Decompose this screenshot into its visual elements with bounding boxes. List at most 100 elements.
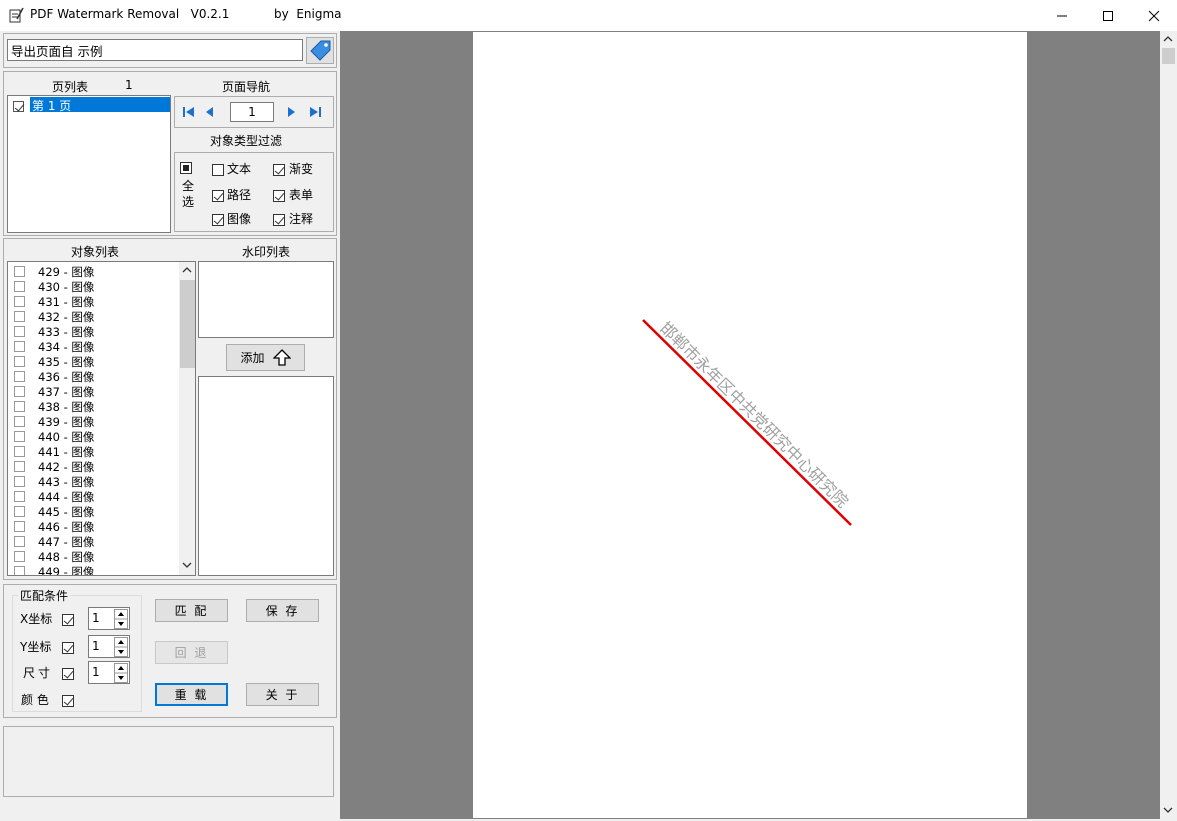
object-checkbox[interactable] <box>14 311 25 322</box>
object-checkbox[interactable] <box>14 476 25 487</box>
filter-path-label: 路径 <box>227 188 252 202</box>
add-watermark-button[interactable]: 添加 <box>226 344 305 371</box>
object-checkbox[interactable] <box>14 356 25 367</box>
app-icon <box>9 7 24 23</box>
watermark-graphic[interactable]: 邯郸市永年区中共党研究中心研究院 <box>473 32 1027 818</box>
object-checkbox[interactable] <box>14 461 25 472</box>
object-checkbox[interactable] <box>14 551 25 562</box>
list-item[interactable]: 445 - 图像 <box>8 504 178 519</box>
minimize-icon <box>1057 15 1067 16</box>
list-item[interactable]: 438 - 图像 <box>8 399 178 414</box>
object-label: 449 - 图像 <box>38 565 95 576</box>
match-button[interactable]: 匹 配 <box>155 599 228 622</box>
object-checkbox[interactable] <box>14 386 25 397</box>
object-checkbox[interactable] <box>14 566 25 575</box>
list-item[interactable]: 434 - 图像 <box>8 339 178 354</box>
next-page-icon[interactable] <box>284 105 298 119</box>
match-x-checkbox[interactable] <box>62 612 74 626</box>
list-item[interactable]: 430 - 图像 <box>8 279 178 294</box>
list-item[interactable]: 437 - 图像 <box>8 384 178 399</box>
object-checkbox[interactable] <box>14 491 25 502</box>
list-item[interactable]: 446 - 图像 <box>8 519 178 534</box>
page-item-checkbox[interactable] <box>13 99 24 113</box>
list-item[interactable]: 436 - 图像 <box>8 369 178 384</box>
list-item[interactable]: 443 - 图像 <box>8 474 178 489</box>
object-checkbox[interactable] <box>14 416 25 427</box>
prev-page-icon[interactable] <box>203 105 217 119</box>
filter-text-checkbox[interactable] <box>212 162 224 176</box>
object-checkbox[interactable] <box>14 401 25 412</box>
object-label: 448 - 图像 <box>38 550 95 564</box>
spinner-arrows-icon[interactable] <box>114 637 128 657</box>
filter-form-checkbox[interactable] <box>273 188 285 202</box>
object-checkbox[interactable] <box>14 296 25 307</box>
list-item[interactable]: 439 - 图像 <box>8 414 178 429</box>
filter-header: 对象类型过滤 <box>210 134 283 148</box>
export-button[interactable] <box>306 37 334 64</box>
match-size-checkbox[interactable] <box>62 666 74 680</box>
filter-annotation-checkbox[interactable] <box>273 212 285 226</box>
scroll-up-icon[interactable] <box>1163 35 1173 43</box>
match-y-spinner[interactable]: 1 <box>88 635 130 658</box>
object-checkbox[interactable] <box>14 281 25 292</box>
object-checkbox[interactable] <box>14 506 25 517</box>
object-list[interactable]: 429 - 图像 430 - 图像 431 - 图像 432 - 图像 433 - 图像… <box>7 261 196 576</box>
object-checkbox[interactable] <box>14 326 25 337</box>
save-button[interactable]: 保 存 <box>246 599 319 622</box>
spinner-arrows-icon[interactable] <box>114 663 128 683</box>
spinner-arrows-icon[interactable] <box>114 609 128 629</box>
scroll-thumb[interactable] <box>180 280 195 368</box>
reload-button[interactable]: 重 载 <box>155 683 228 706</box>
match-size-spinner[interactable]: 1 <box>88 661 130 684</box>
match-y-checkbox[interactable] <box>62 640 74 654</box>
watermark-object-list[interactable] <box>198 376 334 576</box>
match-color-checkbox[interactable] <box>62 693 74 707</box>
filter-image-checkbox[interactable] <box>212 212 224 226</box>
list-item[interactable]: 448 - 图像 <box>8 549 178 564</box>
about-button[interactable]: 关 于 <box>246 683 319 706</box>
object-checkbox[interactable] <box>14 521 25 532</box>
list-item[interactable]: 441 - 图像 <box>8 444 178 459</box>
filter-gradient-label: 渐变 <box>289 162 314 176</box>
title-bar: PDF Watermark Removal V0.2.1 by Enigma <box>0 0 1177 31</box>
list-item[interactable]: 447 - 图像 <box>8 534 178 549</box>
object-checkbox[interactable] <box>14 371 25 382</box>
match-x-spinner[interactable]: 1 <box>88 607 130 630</box>
close-button[interactable] <box>1131 0 1177 31</box>
scroll-down-icon[interactable] <box>182 561 192 569</box>
watermark-list-header: 水印列表 <box>242 245 291 259</box>
list-item[interactable]: 433 - 图像 <box>8 324 178 339</box>
list-item[interactable]: 449 - 图像 <box>8 564 178 576</box>
list-item[interactable]: 442 - 图像 <box>8 459 178 474</box>
list-item[interactable]: 444 - 图像 <box>8 489 178 504</box>
list-item[interactable]: 435 - 图像 <box>8 354 178 369</box>
first-page-icon[interactable] <box>182 105 196 119</box>
object-checkbox[interactable] <box>14 431 25 442</box>
match-y-label: Y坐标 <box>20 640 52 654</box>
page-number-field[interactable]: 1 <box>230 102 274 122</box>
scroll-up-icon[interactable] <box>182 266 192 274</box>
undo-button[interactable]: 回 退 <box>155 641 228 664</box>
object-checkbox[interactable] <box>14 266 25 277</box>
export-name-field[interactable]: 导出页面自 示例 <box>7 39 303 61</box>
last-page-icon[interactable] <box>308 105 322 119</box>
minimize-button[interactable] <box>1039 0 1085 31</box>
preview-scroll-thumb[interactable] <box>1162 48 1175 64</box>
list-item[interactable]: 431 - 图像 <box>8 294 178 309</box>
filter-path-checkbox[interactable] <box>212 188 224 202</box>
list-item[interactable]: 432 - 图像 <box>8 309 178 324</box>
list-item[interactable]: 440 - 图像 <box>8 429 178 444</box>
object-checkbox[interactable] <box>14 446 25 457</box>
preview-scrollbar[interactable] <box>1160 31 1177 819</box>
filter-gradient-checkbox[interactable] <box>273 162 285 176</box>
maximize-button[interactable] <box>1085 0 1131 31</box>
page-list-item[interactable]: 第 1 页 <box>30 97 170 113</box>
object-list-scrollbar[interactable] <box>179 262 195 575</box>
watermark-list[interactable] <box>198 261 334 338</box>
select-all-checkbox[interactable] <box>180 162 192 174</box>
object-checkbox[interactable] <box>14 341 25 352</box>
object-checkbox[interactable] <box>14 536 25 547</box>
list-item[interactable]: 429 - 图像 <box>8 264 178 279</box>
page-list[interactable]: 第 1 页 <box>7 95 171 233</box>
scroll-down-icon[interactable] <box>1163 806 1173 814</box>
